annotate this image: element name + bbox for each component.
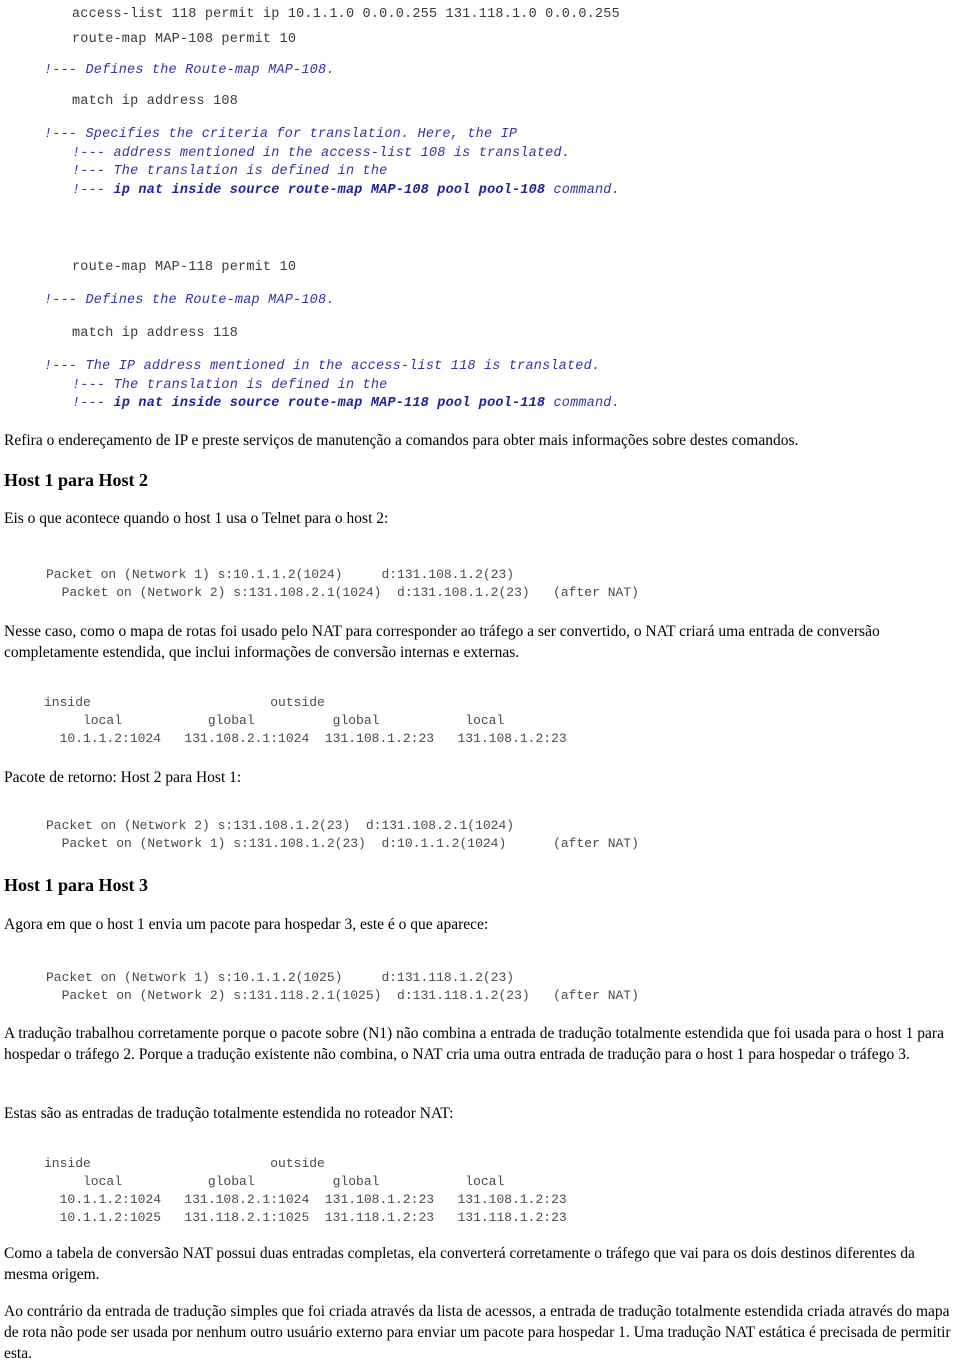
document-page: access-list 118 permit ip 10.1.1.0 0.0.0…: [0, 0, 960, 1362]
comment-defines-map-108: !--- Defines the Route-map MAP-108.: [44, 62, 335, 81]
comment-suffix: command.: [545, 396, 620, 411]
comment-prefix: !---: [72, 182, 114, 198]
paragraph-ao-contrario: Ao contrário da entrada de tradução simp…: [4, 1303, 951, 1362]
code-line-access-list: access-list 118 permit ip 10.1.1.0 0.0.0…: [72, 7, 620, 22]
code-block-routemap-108: route-map MAP-108 permit 10: [72, 31, 296, 50]
comment-defines-map-118: !--- Defines the Route-map MAP-108.: [44, 292, 335, 311]
trace-line-2: Packet on (Network 1) s:131.108.1.2(23) …: [46, 836, 639, 851]
trace-line-1: Packet on (Network 1) s:10.1.1.2(1025) d…: [46, 970, 515, 985]
code-block-match-118: match ip address 118: [72, 325, 238, 344]
comment-suffix: command.: [545, 182, 620, 198]
trace-line-1: Packet on (Network 2) s:131.108.1.2(23) …: [46, 818, 515, 833]
comment-prefix: !---: [72, 396, 114, 411]
paragraph-refira: Refira o endereçamento de IP e preste se…: [4, 432, 799, 449]
paragraph-pacote-retorno: Pacote de retorno: Host 2 para Host 1:: [4, 769, 242, 786]
comment-block-criteria-108: !--- Specifies the criteria for translat…: [44, 126, 620, 200]
code-block-acl-118: access-list 118 permit ip 10.1.1.0 0.0.0…: [72, 6, 620, 25]
comment-line-2: !--- The translation is defined in the: [72, 377, 388, 393]
paragraph-agora-em-que: Agora em que o host 1 envia um pacote pa…: [4, 916, 489, 933]
code-line-route-map-118: route-map MAP-118 permit 10: [72, 260, 297, 275]
code-block-routemap-118: route-map MAP-118 permit 10: [72, 259, 296, 278]
comment-line: !--- Defines the Route-map MAP-108.: [44, 63, 335, 78]
paragraph-traducao-trabalhou: A tradução trabalhou corretamente porque…: [4, 1025, 944, 1063]
nat-table-header-columns: local global global local: [44, 713, 505, 728]
comment-line-4: !--- ip nat inside source route-map MAP-…: [72, 182, 620, 201]
comment-block-criteria-118: !--- The IP address mentioned in the acc…: [44, 358, 620, 414]
nat-table-header-sides: inside outside: [44, 1156, 325, 1171]
paragraph-nesse-caso: Nesse caso, como o mapa de rotas foi usa…: [4, 623, 880, 661]
nat-translation-table-2: inside outside local global global local…: [44, 1155, 567, 1227]
nat-table-row: 10.1.1.2:1024 131.108.2.1:1024 131.108.1…: [44, 1192, 567, 1207]
comment-line-1: !--- The IP address mentioned in the acc…: [44, 359, 601, 374]
nat-table-header-columns: local global global local: [44, 1174, 505, 1189]
comment-line-3: !--- The translation is defined in the: [72, 164, 388, 179]
comment-line: !--- Defines the Route-map MAP-108.: [44, 293, 335, 308]
nat-table-header-sides: inside outside: [44, 695, 325, 710]
code-line-route-map: route-map MAP-108 permit 10: [72, 32, 297, 47]
heading-host1-host3: Host 1 para Host 3: [4, 875, 148, 895]
paragraph-estas-sao: Estas são as entradas de tradução totalm…: [4, 1105, 454, 1122]
heading-host1-host2: Host 1 para Host 2: [4, 470, 148, 490]
paragraph-eis-o-que: Eis o que acontece quando o host 1 usa o…: [4, 510, 389, 527]
trace-line-1: Packet on (Network 1) s:10.1.1.2(1024) d…: [46, 567, 515, 582]
trace-block-host1-host3: Packet on (Network 1) s:10.1.1.2(1025) d…: [46, 969, 639, 1005]
comment-line-3: !--- ip nat inside source route-map MAP-…: [72, 395, 620, 414]
trace-line-2: Packet on (Network 2) s:131.108.2.1(1024…: [46, 585, 639, 600]
comment-line-2: !--- address mentioned in the access-lis…: [72, 145, 571, 161]
nat-translation-table-1: inside outside local global global local…: [44, 694, 567, 748]
code-line-match: match ip address 108: [72, 94, 239, 109]
comment-line-1: !--- Specifies the criteria for translat…: [44, 127, 518, 142]
comment-command-bold: ip nat inside source route-map MAP-108 p…: [113, 182, 546, 198]
trace-block-host1-host2: Packet on (Network 1) s:10.1.1.2(1024) d…: [46, 566, 639, 602]
trace-block-return: Packet on (Network 2) s:131.108.1.2(23) …: [46, 817, 639, 853]
code-line-match-118: match ip address 118: [72, 326, 239, 341]
comment-command-bold: ip nat inside source route-map MAP-118 p…: [113, 396, 546, 411]
trace-line-2: Packet on (Network 2) s:131.118.2.1(1025…: [46, 988, 639, 1003]
nat-table-row: 10.1.1.2:1025 131.118.2.1:1025 131.118.1…: [44, 1210, 567, 1225]
nat-table-row: 10.1.1.2:1024 131.108.2.1:1024 131.108.1…: [44, 731, 567, 746]
paragraph-como-tabela: Como a tabela de conversão NAT possui du…: [4, 1245, 915, 1283]
code-block-match-108: match ip address 108: [72, 93, 238, 112]
